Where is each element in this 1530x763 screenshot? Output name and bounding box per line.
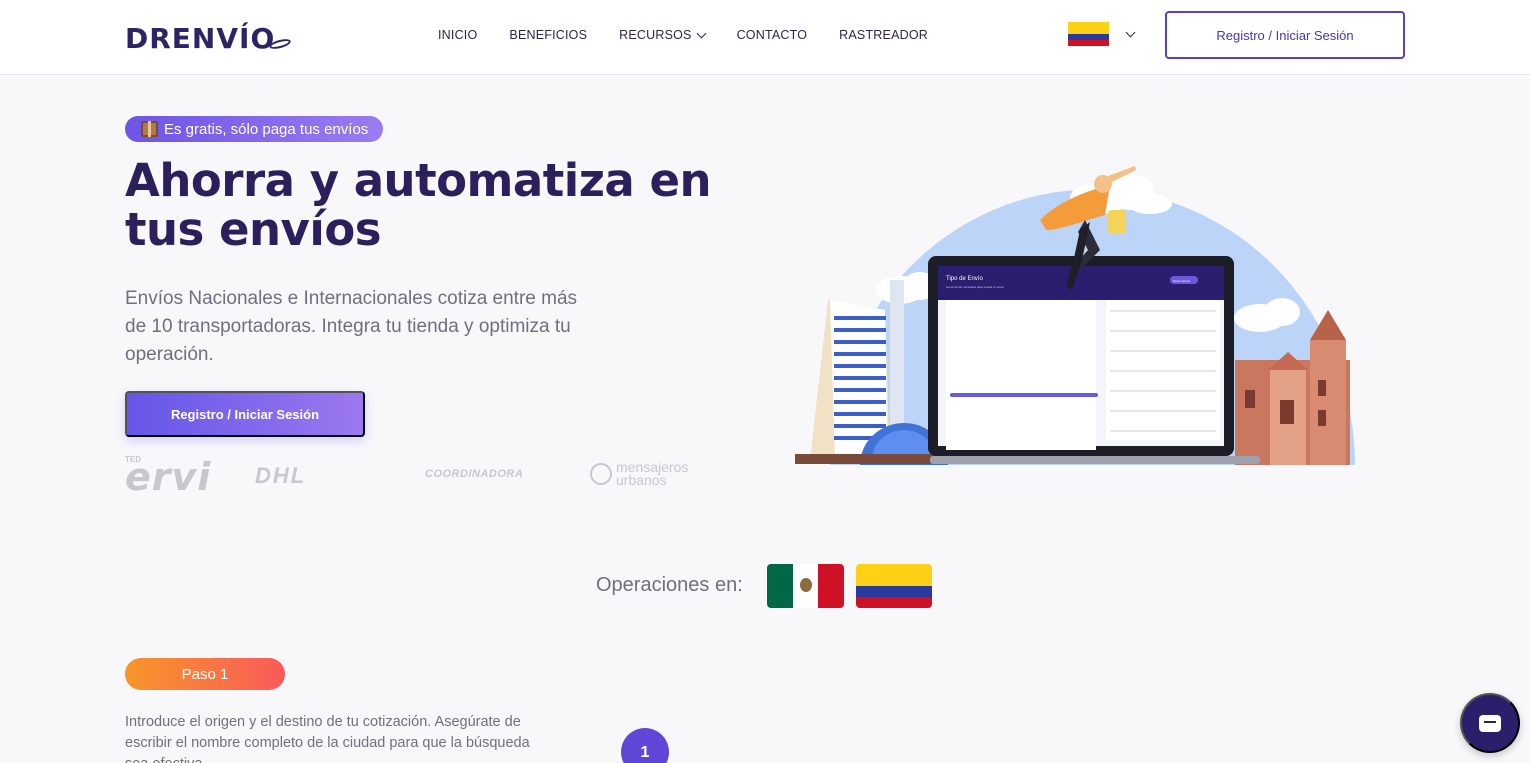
- nav-beneficios[interactable]: BENEFICIOS: [509, 28, 587, 42]
- coordinadora-logo: COORDINADORA: [425, 468, 524, 480]
- colombia-flag-icon: [1068, 22, 1109, 46]
- step-number: 1: [621, 728, 669, 763]
- chat-bubble-icon: [1479, 714, 1501, 732]
- logo-text: DRENVÍO: [125, 22, 276, 55]
- hero-subtitle: Envíos Nacionales e Internacionales coti…: [125, 288, 578, 365]
- free-badge-text: Es gratis, sólo paga tus envíos: [164, 120, 369, 138]
- screen-button: Nuevo Envío: [1173, 279, 1191, 283]
- chat-button[interactable]: [1460, 693, 1520, 753]
- step-badge: Paso 1: [125, 658, 285, 690]
- mensajeros-logo-text: mensajeros urbanos: [616, 460, 688, 488]
- main-nav: INICIO BENEFICIOS RECURSOS CONTACTO RAST…: [438, 28, 928, 42]
- site-header: DRENVÍO INICIO BENEFICIOS RECURSOS CONTA…: [0, 0, 1530, 75]
- servi-logo-small-text: TED: [125, 455, 141, 464]
- hero-title: Ahorra y automatiza en tus envíos: [125, 154, 712, 256]
- nav-recursos-label: RECURSOS: [619, 28, 692, 42]
- laptop-city-illustration: Tipo de Envío Llena la info necesaria pa…: [795, 166, 1355, 466]
- carrier-logos: ervi TED DHL COORDINADORA mensajeros urba…: [125, 455, 725, 500]
- mensajeros-line2: urbanos: [616, 472, 667, 488]
- chevron-down-icon: [696, 28, 707, 38]
- drenvio-logo[interactable]: DRENVÍO: [125, 22, 292, 55]
- language-selector[interactable]: [1068, 22, 1136, 46]
- login-button[interactable]: Registro / Iniciar Sesión: [1165, 11, 1405, 59]
- free-badge: Es gratis, sólo paga tus envíos: [125, 116, 384, 142]
- nav-recursos[interactable]: RECURSOS: [619, 28, 707, 42]
- nav-inicio[interactable]: INICIO: [438, 28, 477, 42]
- operations-label: Operaciones en:: [596, 574, 743, 596]
- colombia-flag-icon[interactable]: [856, 564, 932, 608]
- mensajeros-urbanos-logo: mensajeros urbanos: [590, 460, 688, 488]
- nav-rastreador[interactable]: RASTREADOR: [839, 28, 928, 42]
- screen-title: Tipo de Envío: [946, 276, 983, 282]
- dhl-logo: DHL: [255, 463, 307, 488]
- screen-subtitle: Llena la info necesaria para cotizar tu …: [946, 285, 1004, 289]
- hero-illustration: Tipo de Envío Llena la info necesaria pa…: [790, 160, 1360, 470]
- step-description: Introduce el origen y el destino de tu c…: [125, 714, 530, 763]
- chevron-down-icon: [1125, 27, 1136, 37]
- mexico-flag-icon[interactable]: [767, 564, 844, 608]
- hero-register-button[interactable]: Registro / Iniciar Sesión: [125, 391, 365, 437]
- mensajeros-ring-icon: [590, 463, 612, 485]
- package-icon: [141, 121, 158, 137]
- nav-contacto[interactable]: CONTACTO: [737, 28, 808, 42]
